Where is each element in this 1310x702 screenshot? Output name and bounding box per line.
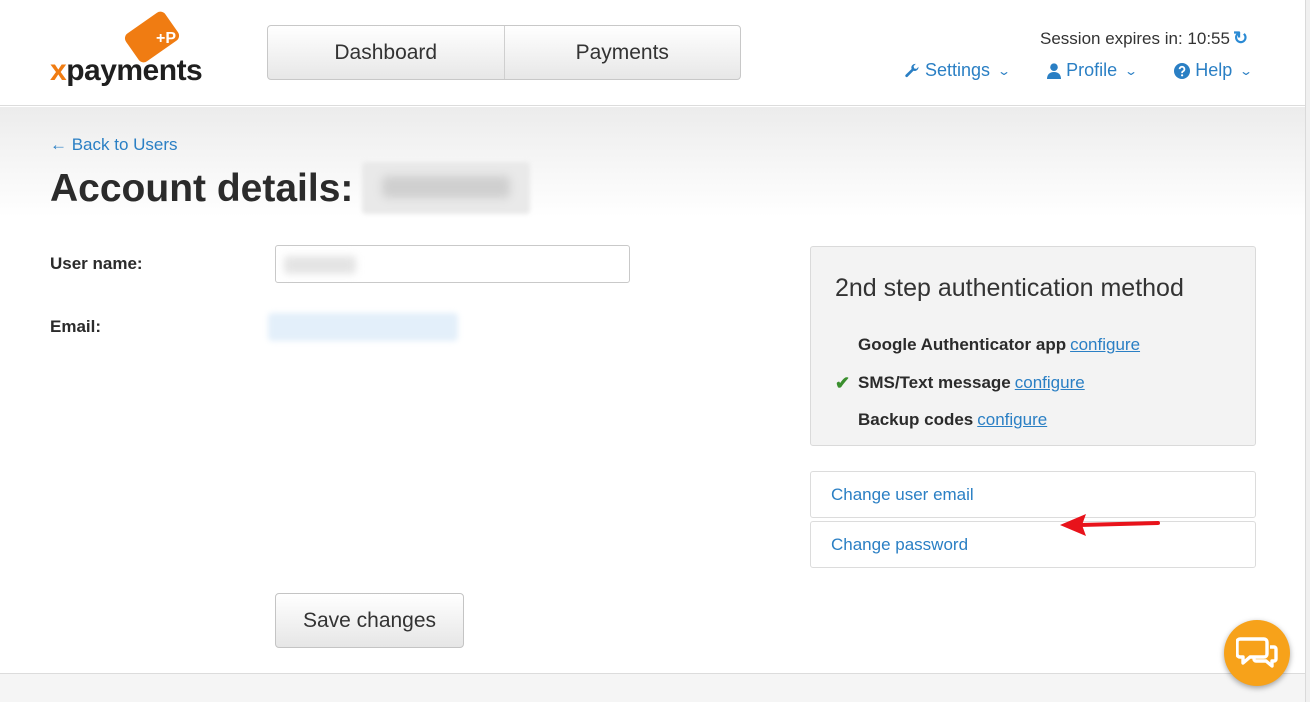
header: +P xpayments Dashboard Payments Session …	[0, 0, 1305, 106]
auth-method-name: Google Authenticator app	[858, 335, 1067, 354]
auth-method-sms: SMS/Text message configure	[858, 373, 1085, 393]
top-menu: Settings ⌄ Profile ⌄ Help ⌄	[904, 60, 1254, 81]
session-label: Session expires in: 10:55	[1040, 29, 1230, 48]
redacted-email-link[interactable]	[268, 313, 458, 341]
auth-method-name: SMS/Text message	[858, 373, 1011, 392]
username-input[interactable]	[275, 245, 630, 283]
logo-text-x: x	[50, 54, 67, 87]
email-label: Email:	[50, 317, 102, 336]
session-timer: Session expires in: 10:55 ↻	[1040, 28, 1248, 49]
profile-label: Profile	[1066, 60, 1118, 80]
red-arrow-annotation	[1060, 514, 1160, 536]
check-icon: ✔	[835, 373, 851, 393]
main-nav: Dashboard Payments	[267, 25, 741, 80]
help-menu[interactable]: Help ⌄	[1174, 60, 1254, 81]
wrench-icon	[905, 63, 919, 77]
question-circle-icon	[1174, 62, 1191, 79]
redacted-username	[284, 256, 356, 274]
logo-text: xpayments	[50, 54, 203, 88]
chevron-down-icon: ⌄	[1124, 63, 1139, 78]
logo-card-mark: +P	[156, 30, 177, 47]
live-chat-button[interactable]	[1224, 620, 1290, 686]
auth-method-name: Backup codes	[858, 410, 974, 429]
redacted-account-name	[362, 162, 530, 214]
change-password-link[interactable]: Change password	[810, 521, 1256, 568]
configure-sms-link[interactable]: configure	[1015, 373, 1085, 392]
nav-tab-payments[interactable]: Payments	[503, 26, 741, 79]
configure-backup-link[interactable]: configure	[977, 410, 1047, 429]
auth-method-google: Google Authenticator app configure	[858, 335, 1140, 355]
footer	[0, 673, 1305, 702]
chevron-down-icon: ⌄	[997, 63, 1012, 78]
settings-menu[interactable]: Settings ⌄	[904, 60, 1012, 81]
nav-tab-dashboard[interactable]: Dashboard	[268, 26, 504, 79]
profile-menu[interactable]: Profile ⌄	[1047, 60, 1139, 81]
two-factor-title: 2nd step authentication method	[835, 274, 1184, 302]
xpayments-logo[interactable]: +P xpayments	[50, 9, 220, 90]
page-title: Account details:	[50, 167, 354, 210]
refresh-icon[interactable]: ↻	[1233, 28, 1248, 49]
username-label: User name:	[50, 254, 143, 273]
configure-google-link[interactable]: configure	[1070, 335, 1140, 354]
back-to-users-link[interactable]: ← Back to Users	[50, 135, 178, 155]
settings-label: Settings	[925, 60, 991, 80]
auth-method-backup: Backup codes configure	[858, 410, 1047, 430]
change-user-email-link[interactable]: Change user email	[810, 471, 1256, 518]
chat-bubbles-icon	[1236, 637, 1278, 668]
user-icon	[1047, 62, 1062, 79]
scrollbar[interactable]	[1305, 0, 1310, 702]
logo-text-rest: payments	[66, 54, 203, 87]
two-factor-panel: 2nd step authentication method Google Au…	[810, 246, 1256, 446]
main-content: ← Back to Users Account details: User na…	[0, 107, 1305, 673]
help-label: Help	[1195, 60, 1233, 80]
chevron-down-icon: ⌄	[1239, 63, 1254, 78]
save-changes-button[interactable]: Save changes	[275, 593, 464, 648]
